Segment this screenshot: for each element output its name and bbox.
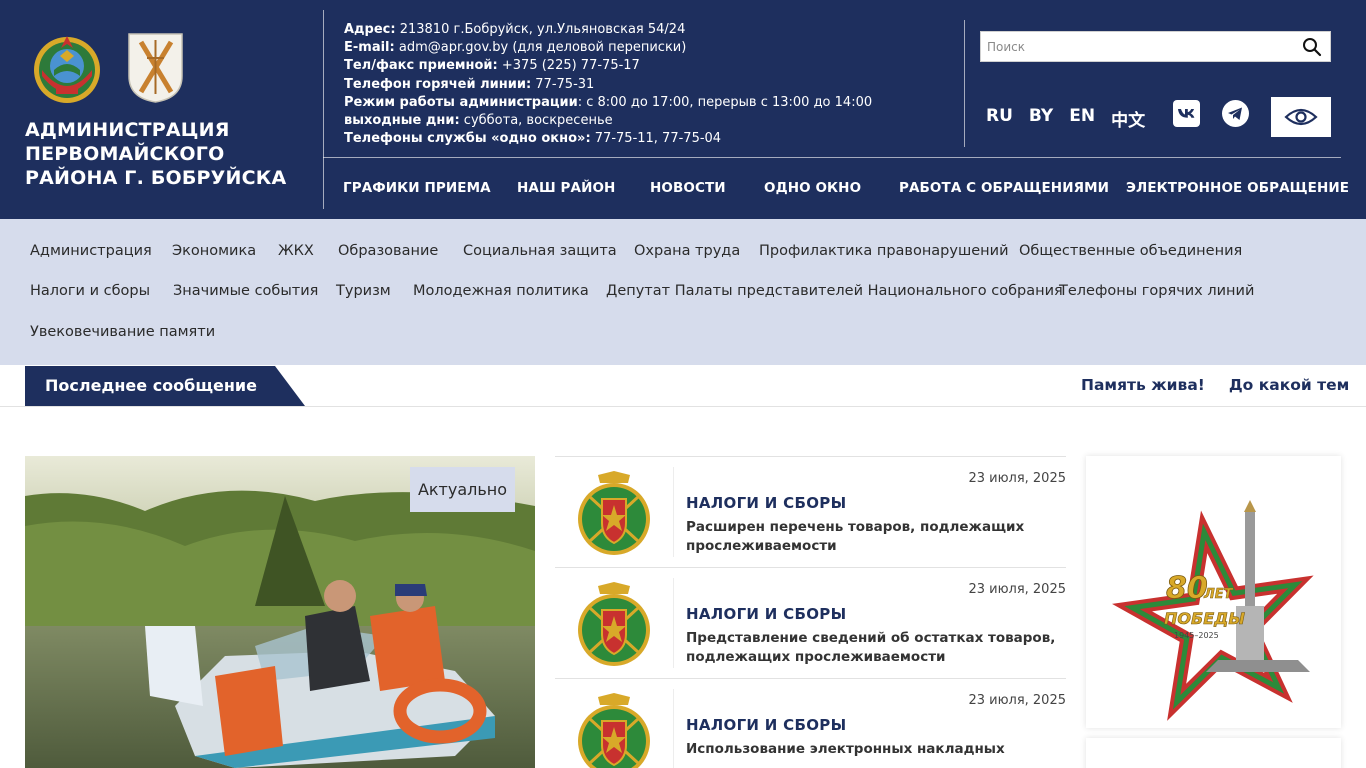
ticker-content[interactable]: Память жива! До какой тем (1081, 370, 1366, 400)
contact-info: Адрес: 213810 г.Бобруйск, ул.Ульяновская… (344, 21, 872, 148)
contact-work-hours: Режим работы администрации: с 8:00 до 17… (344, 94, 873, 110)
list-item[interactable]: 23 июля, 2025 НАЛОГИ И СБОРЫ Использован… (555, 678, 1066, 768)
tax-emblem-icon (578, 471, 650, 555)
section-link-labor-safety[interactable]: Охрана труда (634, 243, 740, 259)
nav-our-district[interactable]: НАШ РАЙОН (517, 180, 615, 196)
news-category[interactable]: НАЛОГИ И СБОРЫ (686, 716, 846, 734)
site-header: АДМИНИСТРАЦИЯ ПЕРВОМАЙСКОГО РАЙОНА Г. БО… (0, 0, 1366, 219)
section-link-housing[interactable]: ЖКХ (278, 243, 314, 259)
contact-one-window: Телефоны службы «одно окно»: 77-75-11, 7… (344, 131, 722, 147)
header-divider (964, 20, 965, 147)
contact-address: Адрес: 213810 г.Бобруйск, ул.Ульяновская… (344, 22, 686, 37)
list-item[interactable]: 23 июля, 2025 НАЛОГИ И СБОРЫ Расширен пе… (555, 456, 1066, 567)
victory-star-logo: 80 ЛЕТ ПОБЕДЫ 1945–2025 (1112, 500, 1314, 721)
organization-name[interactable]: АДМИНИСТРАЦИЯ ПЕРВОМАЙСКОГО РАЙОНА Г. БО… (25, 118, 315, 190)
search-box (980, 31, 1331, 62)
ticker-item[interactable]: До какой тем (1229, 376, 1349, 394)
lang-ru[interactable]: RU (986, 106, 1013, 131)
search-input[interactable] (981, 32, 1291, 61)
lang-en[interactable]: EN (1069, 106, 1095, 131)
accessibility-button[interactable] (1271, 97, 1331, 137)
news-date: 23 июля, 2025 (968, 693, 1066, 708)
section-link-education[interactable]: Образование (338, 243, 438, 259)
section-link-administration[interactable]: Администрация (30, 243, 152, 259)
nav-news[interactable]: НОВОСТИ (650, 180, 726, 196)
banner-number: 80 (1166, 571, 1208, 606)
contact-hotline: Телефон горячей линии: 77-75-31 (344, 76, 595, 92)
actual-badge[interactable]: Актуально (410, 467, 515, 512)
section-link-deputy[interactable]: Депутат Палаты представителей Национальн… (606, 283, 1063, 299)
news-title[interactable]: Расширен перечень товаров, подлежащих пр… (686, 518, 1061, 555)
nav-reception-schedule[interactable]: ГРАФИКИ ПРИЕМА (343, 180, 491, 196)
section-navigation: Администрация Экономика ЖКХ Образование … (0, 219, 1366, 365)
contact-days-off: выходные дни: суббота, воскресенье (344, 113, 613, 129)
section-link-events[interactable]: Значимые события (173, 283, 318, 299)
news-date: 23 июля, 2025 (968, 582, 1066, 597)
news-date: 23 июля, 2025 (968, 471, 1066, 486)
news-thumbnail[interactable] (555, 467, 674, 557)
city-coat-of-arms-icon[interactable] (127, 32, 184, 104)
section-link-memory[interactable]: Увековечивание памяти (30, 324, 215, 340)
section-link-taxes[interactable]: Налоги и сборы (30, 283, 150, 299)
eye-icon (1284, 108, 1318, 126)
tax-emblem-icon (578, 693, 650, 768)
ticker-item[interactable]: Память жива! (1081, 376, 1205, 394)
telegram-icon[interactable] (1222, 100, 1249, 127)
news-category[interactable]: НАЛОГИ И СБОРЫ (686, 494, 846, 512)
main-navigation: ГРАФИКИ ПРИЕМА НАШ РАЙОН НОВОСТИ ОДНО ОК… (323, 158, 1349, 218)
banner-years-word: ЛЕТ (1203, 587, 1234, 602)
contact-reception-phone: Тел/факс приемной: +375 (225) 77-75-17 (344, 58, 640, 74)
tax-emblem-icon (578, 582, 650, 666)
language-switcher: RU BY EN 中文 (986, 106, 1145, 131)
ticker-label: Последнее сообщение (25, 366, 305, 406)
lang-zh[interactable]: 中文 (1111, 106, 1145, 131)
section-link-crime-prevention[interactable]: Профилактика правонарушений (759, 243, 1009, 259)
contact-email[interactable]: E-mail: adm@apr.gov.by (для деловой пере… (344, 39, 872, 57)
news-thumbnail[interactable] (555, 578, 674, 668)
news-list: 23 июля, 2025 НАЛОГИ И СБОРЫ Расширен пе… (555, 456, 1066, 768)
section-link-social-protection[interactable]: Социальная защита (463, 243, 617, 259)
victory-80-banner[interactable]: 80 ЛЕТ ПОБЕДЫ 1945–2025 (1086, 456, 1341, 728)
list-item[interactable]: 23 июля, 2025 НАЛОГИ И СБОРЫ Представлен… (555, 567, 1066, 678)
section-link-youth-policy[interactable]: Молодежная политика (413, 283, 589, 299)
nav-one-window[interactable]: ОДНО ОКНО (764, 180, 861, 196)
section-link-tourism[interactable]: Туризм (336, 283, 391, 299)
section-link-economy[interactable]: Экономика (172, 243, 256, 259)
news-title[interactable]: Использование электронных накладных (686, 740, 1061, 759)
nav-appeals[interactable]: РАБОТА С ОБРАЩЕНИЯМИ (899, 180, 1109, 196)
banner-year-range: 1945–2025 (1174, 631, 1219, 640)
sidebar-banner[interactable] (1086, 738, 1341, 768)
featured-news-image[interactable]: Актуально (25, 456, 535, 768)
news-title[interactable]: Представление сведений об остатках товар… (686, 629, 1061, 666)
news-category[interactable]: НАЛОГИ И СБОРЫ (686, 605, 846, 623)
news-ticker: Последнее сообщение Память жива! До какой… (0, 366, 1366, 407)
section-link-hotlines[interactable]: Телефоны горячих линий (1059, 283, 1254, 299)
state-emblem-icon[interactable] (30, 32, 104, 106)
vk-icon[interactable] (1173, 100, 1200, 127)
banner-victory-word: ПОБЕДЫ (1164, 609, 1245, 628)
nav-electronic-appeal[interactable]: ЭЛЕКТРОННОЕ ОБРАЩЕНИЕ (1126, 180, 1349, 196)
news-thumbnail[interactable] (555, 689, 674, 768)
lang-by[interactable]: BY (1029, 106, 1053, 131)
section-link-public-associations[interactable]: Общественные объединения (1019, 243, 1242, 259)
search-icon[interactable] (1302, 37, 1322, 57)
